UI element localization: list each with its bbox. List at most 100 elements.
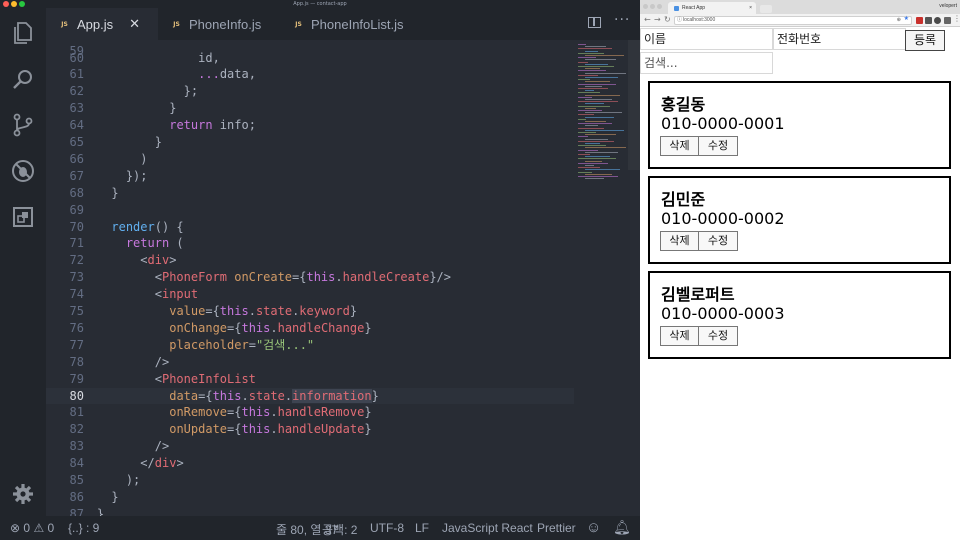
zoom-icon[interactable]: ⊕ bbox=[897, 17, 901, 24]
minimap-line bbox=[578, 154, 590, 155]
code-line[interactable]: 75 value={this.state.keyword} bbox=[46, 303, 574, 320]
eol-setting[interactable]: LF bbox=[415, 521, 429, 535]
minimap-line bbox=[578, 140, 614, 142]
name-input[interactable]: 이름 bbox=[640, 28, 773, 50]
code-token: this bbox=[306, 270, 336, 285]
extension-icon[interactable] bbox=[944, 17, 951, 24]
code-line[interactable]: 74 <input bbox=[46, 286, 574, 303]
browser-tab-react-app[interactable]: React App × bbox=[668, 2, 756, 14]
code-line[interactable]: 81 onRemove={this.handleRemove} bbox=[46, 404, 574, 421]
code-line[interactable]: 87} bbox=[46, 506, 574, 516]
problems-indicator[interactable]: ⊗ 0 ⚠ 0 bbox=[10, 521, 54, 535]
extensions-icon[interactable] bbox=[11, 205, 35, 229]
more-actions-icon[interactable]: ··· bbox=[614, 12, 630, 28]
code-line[interactable]: 61 ...data, bbox=[46, 66, 574, 83]
code-line[interactable]: 60 id, bbox=[46, 50, 574, 67]
extension-shield-icon[interactable] bbox=[925, 17, 932, 24]
code-line[interactable]: 68} bbox=[46, 185, 574, 202]
close-tab-icon[interactable]: ✕ bbox=[129, 16, 140, 32]
editor-tab-bar: JS App.js ✕ JS PhoneInfo.js JS PhoneInfo… bbox=[46, 8, 640, 40]
search-input[interactable]: 검색... bbox=[640, 52, 773, 74]
delete-button[interactable]: 삭제 bbox=[660, 326, 699, 346]
edit-button[interactable]: 수정 bbox=[698, 231, 738, 251]
prettier-status[interactable]: Prettier bbox=[537, 521, 576, 535]
editor-scrollbar[interactable] bbox=[628, 40, 640, 170]
minimize-window-button[interactable] bbox=[650, 4, 655, 9]
code-line[interactable]: 85); bbox=[46, 472, 574, 489]
browser-tab-strip: React App × velopert bbox=[640, 0, 960, 14]
code-line[interactable]: 86} bbox=[46, 489, 574, 506]
line-number: 74 bbox=[69, 287, 84, 302]
bookmark-star-icon[interactable]: ★ bbox=[904, 16, 909, 23]
code-line[interactable]: 65} bbox=[46, 134, 574, 151]
debug-icon[interactable] bbox=[11, 159, 35, 183]
line-number: 79 bbox=[69, 371, 84, 386]
code-line[interactable]: 83 /> bbox=[46, 438, 574, 455]
settings-icon[interactable] bbox=[11, 482, 35, 506]
contact-card: 김벨로퍼트 010-0000-0003 삭제 수정 bbox=[648, 271, 951, 359]
extension-circle-icon[interactable] bbox=[934, 17, 941, 24]
split-editor-icon[interactable] bbox=[588, 17, 601, 28]
code-line[interactable]: 72 <div> bbox=[46, 252, 574, 269]
code-line[interactable]: 79 <PhoneInfoList bbox=[46, 371, 574, 388]
zoom-window-button[interactable] bbox=[657, 4, 662, 9]
tab-label: PhoneInfo.js bbox=[189, 16, 262, 32]
language-mode[interactable]: JavaScript React bbox=[442, 521, 533, 535]
tab-phoneinfo-js[interactable]: JS PhoneInfo.js bbox=[160, 8, 280, 40]
source-control-icon[interactable] bbox=[11, 113, 35, 137]
code-token: info; bbox=[219, 118, 256, 133]
delete-button[interactable]: 삭제 bbox=[660, 231, 699, 251]
minimap-line bbox=[585, 85, 602, 87]
edit-button[interactable]: 수정 bbox=[698, 136, 738, 156]
code-text: value={this.state.keyword} bbox=[169, 303, 357, 320]
back-arrow-icon[interactable]: ← bbox=[644, 15, 651, 24]
reload-icon[interactable]: ↻ bbox=[664, 15, 671, 24]
extension-icon[interactable] bbox=[916, 17, 923, 24]
feedback-smiley-icon[interactable]: ☺ bbox=[586, 519, 601, 536]
delete-button[interactable]: 삭제 bbox=[660, 136, 699, 156]
code-line[interactable]: 80 data={this.state.information} bbox=[46, 387, 574, 405]
code-line[interactable]: 77 placeholder="검색..." bbox=[46, 337, 574, 354]
tab-phoneinfolist-js[interactable]: JS PhoneInfoList.js bbox=[282, 8, 432, 40]
code-line[interactable]: 78 /> bbox=[46, 354, 574, 371]
code-line[interactable]: 76 onChange={this.handleChange} bbox=[46, 320, 574, 337]
code-line[interactable]: 62}; bbox=[46, 83, 574, 100]
page-info-icon[interactable]: ⓘ bbox=[677, 17, 682, 24]
code-text: data={this.state.information} bbox=[169, 388, 379, 405]
code-line[interactable]: 64 return info; bbox=[46, 117, 574, 134]
code-line[interactable]: 66) bbox=[46, 151, 574, 168]
edit-button[interactable]: 수정 bbox=[698, 326, 738, 346]
minimap-line bbox=[578, 171, 592, 173]
new-tab-button[interactable] bbox=[760, 5, 772, 13]
close-tab-icon[interactable]: × bbox=[749, 2, 752, 14]
code-line[interactable]: 84 </div> bbox=[46, 455, 574, 472]
minimap-line bbox=[585, 112, 622, 114]
phone-input[interactable]: 전화번호 bbox=[773, 28, 906, 50]
notifications-bell-icon[interactable]: 🔔︎ bbox=[613, 519, 631, 536]
encoding-setting[interactable]: UTF-8 bbox=[370, 521, 404, 535]
indentation-setting[interactable]: 공백: 2 bbox=[322, 521, 357, 538]
address-bar[interactable]: ⓘ localhost:3000 ⊕ ★ bbox=[674, 16, 912, 25]
code-line[interactable]: 71 return ( bbox=[46, 235, 574, 252]
code-token: . bbox=[248, 304, 256, 318]
forward-arrow-icon[interactable]: → bbox=[654, 15, 661, 24]
register-button[interactable]: 등록 bbox=[905, 30, 945, 51]
code-line[interactable]: 82 onUpdate={this.handleUpdate} bbox=[46, 421, 574, 438]
menu-icon[interactable]: ⋮ bbox=[953, 14, 960, 23]
bracket-indicator[interactable]: {..} : 9 bbox=[68, 521, 99, 535]
code-area[interactable]: 59 60 id, 61 ...data, 62}; 63} 64 return info; 6… bbox=[46, 40, 574, 516]
line-number: 71 bbox=[69, 236, 84, 251]
tab-app-js[interactable]: JS App.js ✕ bbox=[46, 8, 158, 40]
line-number: 60 bbox=[69, 50, 84, 65]
minimap-line bbox=[585, 121, 606, 122]
code-line[interactable]: 69 bbox=[46, 202, 574, 219]
code-line[interactable]: 63} bbox=[46, 100, 574, 117]
files-icon[interactable] bbox=[11, 21, 35, 45]
profile-name[interactable]: velopert bbox=[939, 3, 957, 9]
close-window-button[interactable] bbox=[643, 4, 648, 9]
code-text: return info; bbox=[169, 117, 256, 134]
search-icon[interactable] bbox=[11, 67, 35, 91]
code-line[interactable]: 70 render() { bbox=[46, 219, 574, 236]
code-line[interactable]: 67}); bbox=[46, 168, 574, 185]
code-line[interactable]: 73 <PhoneForm onCreate={this.handleCreate… bbox=[46, 269, 574, 286]
